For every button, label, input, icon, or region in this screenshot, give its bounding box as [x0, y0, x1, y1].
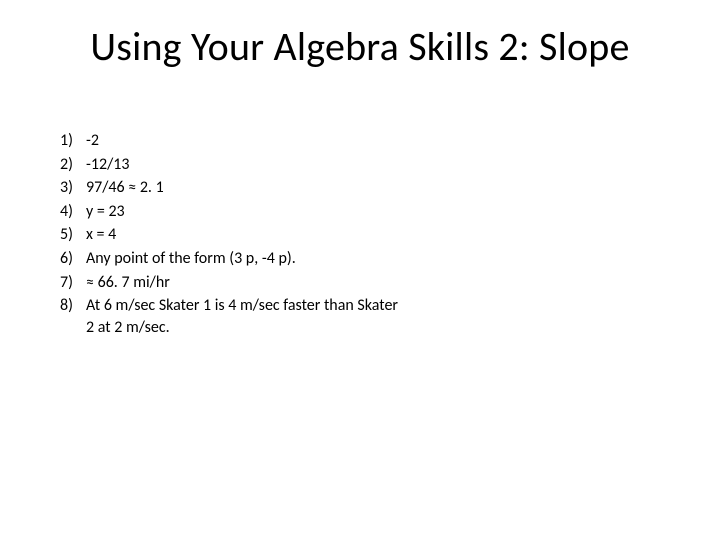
- item-answer: ≈ 66. 7 mi/hr: [86, 272, 400, 294]
- item-number: 4): [60, 201, 86, 223]
- item-number: 3): [60, 177, 86, 199]
- item-number: 1): [60, 130, 86, 152]
- list-item: 3) 97/46 ≈ 2. 1: [60, 177, 400, 199]
- list-item: 8) At 6 m/sec Skater 1 is 4 m/sec faster…: [60, 295, 400, 338]
- item-answer: -2: [86, 130, 400, 152]
- list-item: 2) -12/13: [60, 154, 400, 176]
- item-answer: Any point of the form (3 p, -4 p).: [86, 248, 400, 270]
- item-number: 8): [60, 295, 86, 317]
- item-number: 6): [60, 248, 86, 270]
- item-answer: x = 4: [86, 224, 400, 246]
- item-answer: y = 23: [86, 201, 400, 223]
- list-item: 1) -2: [60, 130, 400, 152]
- list-item: 7) ≈ 66. 7 mi/hr: [60, 272, 400, 294]
- item-answer: At 6 m/sec Skater 1 is 4 m/sec faster th…: [86, 295, 400, 338]
- list-item: 5) x = 4: [60, 224, 400, 246]
- page-title: Using Your Algebra Skills 2: Slope: [0, 22, 720, 71]
- item-number: 7): [60, 272, 86, 294]
- item-answer: -12/13: [86, 154, 400, 176]
- item-number: 5): [60, 224, 86, 246]
- slide: Using Your Algebra Skills 2: Slope 1) -2…: [0, 0, 720, 540]
- item-answer: 97/46 ≈ 2. 1: [86, 177, 400, 199]
- list-item: 4) y = 23: [60, 201, 400, 223]
- item-number: 2): [60, 154, 86, 176]
- answer-list: 1) -2 2) -12/13 3) 97/46 ≈ 2. 1 4) y = 2…: [60, 130, 400, 340]
- list-item: 6) Any point of the form (3 p, -4 p).: [60, 248, 400, 270]
